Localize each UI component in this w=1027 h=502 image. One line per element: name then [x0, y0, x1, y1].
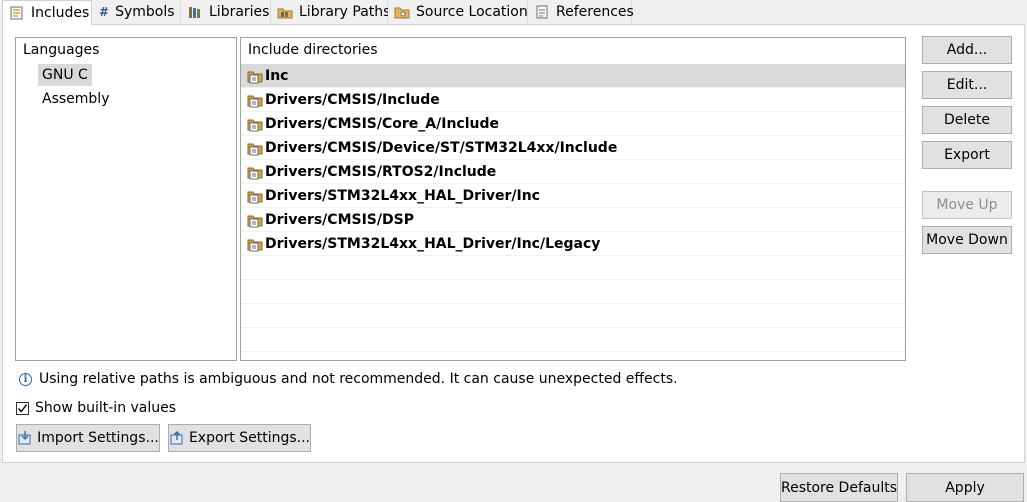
empty-row [241, 328, 905, 352]
apply-button[interactable]: Apply [906, 473, 1024, 502]
info-icon: i [19, 372, 32, 386]
include-folder-icon [247, 95, 263, 107]
include-directory-label: Drivers/CMSIS/DSP [265, 211, 414, 228]
tab-libraries[interactable]: Libraries [181, 0, 271, 23]
include-directory-label: Drivers/CMSIS/Include [265, 91, 440, 108]
language-item-assembly[interactable]: Assembly [38, 88, 113, 110]
include-folder-icon [247, 71, 263, 83]
references-icon [534, 4, 550, 20]
move-up-button[interactable]: Move Up [922, 191, 1012, 219]
delete-button[interactable]: Delete [922, 106, 1012, 134]
library-paths-icon [277, 4, 293, 20]
checkmark-icon [17, 403, 28, 413]
include-folder-icon [247, 143, 263, 155]
move-down-button[interactable]: Move Down [922, 226, 1012, 254]
edit-button[interactable]: Edit... [922, 71, 1012, 99]
checkbox-box[interactable] [16, 401, 29, 415]
tab-source-location[interactable]: Source Location [388, 0, 528, 23]
folder-icon [394, 4, 410, 20]
include-rows: Inc Drivers/CMSIS/Include Drivers/CMSIS/Co… [241, 64, 905, 352]
include-directory-row[interactable]: Inc [241, 64, 905, 88]
language-item-gnu-c[interactable]: GNU C [38, 64, 92, 86]
tab-label: Symbols [115, 3, 175, 20]
import-settings-label: Import Settings... [37, 430, 159, 446]
include-directories-list[interactable]: Include directories Inc Drivers/CMSIS/Inc… [240, 37, 906, 361]
include-directory-label: Drivers/STM32L4xx_HAL_Driver/Inc [265, 187, 540, 204]
include-directory-row[interactable]: Drivers/CMSIS/RTOS2/Include [241, 160, 905, 184]
export-settings-label: Export Settings... [188, 430, 310, 446]
languages-list[interactable]: Languages GNU C Assembly [15, 37, 237, 361]
tab-label: Library Paths [299, 3, 391, 20]
tab-label: References [556, 3, 634, 20]
restore-defaults-button[interactable]: Restore Defaults [780, 473, 898, 502]
include-directory-label: Drivers/CMSIS/Core_A/Include [265, 115, 499, 132]
include-folder-icon [247, 191, 263, 203]
tab-label: Libraries [209, 3, 270, 20]
include-directory-row[interactable]: Drivers/CMSIS/Device/ST/STM32L4xx/Includ… [241, 136, 905, 160]
tab-bar: Includes # Symbols Libraries Library Pat… [0, 0, 1027, 25]
include-folder-icon [247, 119, 263, 131]
include-directory-row[interactable]: Drivers/CMSIS/Core_A/Include [241, 112, 905, 136]
languages-header: Languages [23, 42, 100, 58]
empty-row [241, 256, 905, 280]
tab-references[interactable]: References [528, 0, 634, 23]
empty-row [241, 280, 905, 304]
tab-label: Includes [31, 5, 90, 21]
add-button[interactable]: Add... [922, 36, 1012, 64]
info-text: Using relative paths is ambiguous and no… [39, 371, 678, 387]
show-builtin-label: Show built-in values [35, 400, 177, 416]
tab-symbols[interactable]: # Symbols [93, 0, 181, 23]
export-settings-icon [170, 431, 183, 445]
include-folder-icon [247, 215, 263, 227]
include-directory-row[interactable]: Drivers/STM32L4xx_HAL_Driver/Inc [241, 184, 905, 208]
include-directory-row[interactable]: Drivers/STM32L4xx_HAL_Driver/Inc/Legacy [241, 232, 905, 256]
empty-row [241, 304, 905, 328]
include-directories-header: Include directories [248, 42, 378, 58]
show-builtin-checkbox[interactable]: Show built-in values [16, 400, 176, 416]
include-directory-label: Inc [265, 67, 289, 84]
libraries-icon [187, 4, 203, 20]
import-settings-icon [18, 431, 31, 445]
include-directory-row[interactable]: Drivers/CMSIS/Include [241, 88, 905, 112]
include-directory-label: Drivers/CMSIS/RTOS2/Include [265, 163, 497, 180]
include-directory-label: Drivers/STM32L4xx_HAL_Driver/Inc/Legacy [265, 235, 601, 252]
include-directory-label: Drivers/CMSIS/Device/ST/STM32L4xx/Includ… [265, 139, 618, 156]
export-settings-button[interactable]: Export Settings... [168, 424, 311, 452]
import-settings-button[interactable]: Import Settings... [16, 424, 160, 452]
tab-label: Source Location [416, 3, 528, 20]
relative-paths-warning: i Using relative paths is ambiguous and … [19, 371, 678, 387]
export-button[interactable]: Export [922, 141, 1012, 169]
hash-icon: # [99, 4, 110, 19]
include-folder-icon [247, 239, 263, 251]
tab-library-paths[interactable]: Library Paths [271, 0, 391, 23]
include-directory-row[interactable]: Drivers/CMSIS/DSP [241, 208, 905, 232]
tab-includes[interactable]: Includes [2, 0, 92, 25]
includes-icon [9, 5, 25, 21]
include-folder-icon [247, 167, 263, 179]
